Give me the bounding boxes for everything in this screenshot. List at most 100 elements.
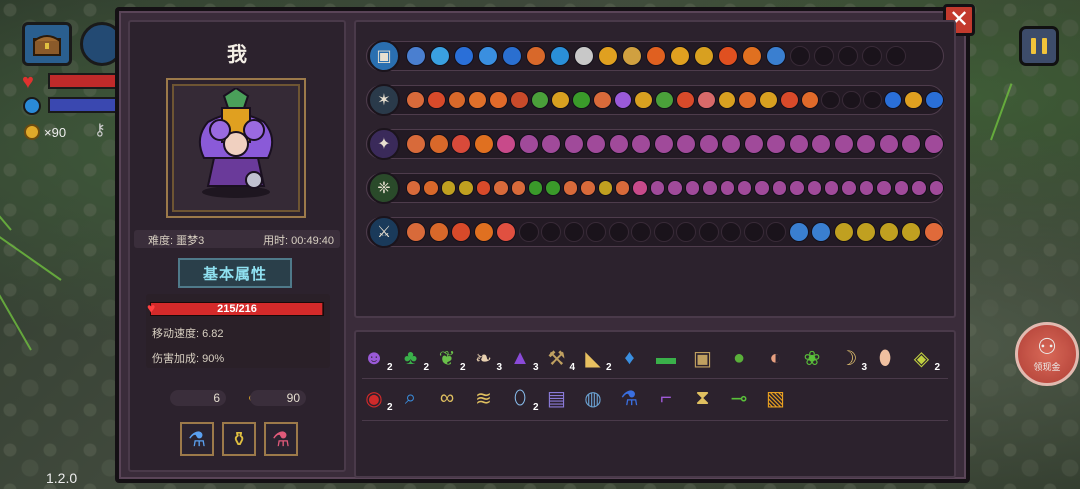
scroll-icon[interactable]: ▤ <box>543 384 571 412</box>
rune-slot-icon[interactable] <box>754 180 770 196</box>
rune-slot-icon[interactable] <box>676 90 695 110</box>
empty-slot[interactable] <box>608 222 629 242</box>
pause-button[interactable] <box>1019 26 1059 66</box>
rune-slot-icon[interactable] <box>736 180 753 196</box>
empty-slot[interactable] <box>838 46 858 66</box>
rune-slot-icon[interactable] <box>572 90 591 110</box>
empty-slot[interactable] <box>698 222 719 242</box>
rune-slot-icon[interactable] <box>406 46 426 66</box>
magnifier-icon[interactable]: ⌕ <box>397 384 425 412</box>
empty-slot[interactable] <box>586 222 606 242</box>
rune-slot-icon[interactable] <box>856 134 876 154</box>
empty-slot[interactable] <box>842 90 861 110</box>
rune-slot-icon[interactable] <box>550 46 570 66</box>
rune-slot-icon[interactable] <box>489 90 508 110</box>
mirror-icon[interactable]: ⬯ <box>506 384 534 412</box>
crescent-icon[interactable]: ☽ <box>835 344 863 372</box>
rune-slot-icon[interactable] <box>541 134 561 154</box>
lantern-icon[interactable]: ♦ <box>616 344 644 372</box>
rune-slot-icon[interactable] <box>925 90 944 110</box>
rune-slot-icon[interactable] <box>574 46 594 66</box>
meat-icon[interactable]: ◐ <box>762 344 790 372</box>
rune-slot-icon[interactable] <box>562 180 579 196</box>
witch-hat-icon[interactable]: ▲ <box>506 344 534 372</box>
rune-slot-icon[interactable] <box>670 46 690 66</box>
rune-slot-icon[interactable] <box>841 180 857 196</box>
egg-icon[interactable]: ⬮ <box>871 344 899 372</box>
rune-slot-icon[interactable] <box>771 180 788 196</box>
rune-slot-icon[interactable] <box>428 222 449 242</box>
rune-slot-icon[interactable] <box>742 46 762 66</box>
rune-slot-icon[interactable] <box>496 134 516 154</box>
rune-slot-icon[interactable] <box>856 222 876 242</box>
rune-slot-icon[interactable] <box>789 180 805 196</box>
rune-slot-icon[interactable] <box>698 134 719 154</box>
rune-slot-icon[interactable] <box>901 222 921 242</box>
rune-slot-icon[interactable] <box>458 180 474 196</box>
red-potion-slot-icon[interactable]: ⚗ <box>264 422 298 456</box>
treasure-chest-icon[interactable]: ▣ <box>368 40 400 72</box>
rune-slot-icon[interactable] <box>597 180 614 196</box>
wand-icon[interactable]: ✦ <box>368 128 400 160</box>
rune-slot-icon[interactable] <box>527 180 544 196</box>
rune-slot-icon[interactable] <box>811 222 831 242</box>
rune-slot-icon[interactable] <box>440 180 457 196</box>
rune-slot-icon[interactable] <box>632 180 648 196</box>
rune-slot-icon[interactable] <box>923 134 944 154</box>
rune-slot-icon[interactable] <box>653 134 674 154</box>
sword-icon[interactable]: ⚔ <box>368 216 400 248</box>
rune-slot-icon[interactable] <box>493 180 509 196</box>
empty-slot[interactable] <box>814 46 834 66</box>
rune-slot-icon[interactable] <box>586 134 606 154</box>
rune-slot-icon[interactable] <box>694 46 714 66</box>
clover-icon[interactable]: ♣ <box>397 344 425 372</box>
rune-slot-icon[interactable] <box>759 90 778 110</box>
rune-slot-icon[interactable] <box>824 180 840 196</box>
empty-slot[interactable] <box>862 90 882 110</box>
rune-slot-icon[interactable] <box>423 180 439 196</box>
yellow-potion-slot-icon[interactable]: ⚱ <box>222 422 256 456</box>
belt-icon[interactable]: ▬ <box>652 344 680 372</box>
horn-icon[interactable]: ◣ <box>579 344 607 372</box>
rune-slot-icon[interactable] <box>833 134 854 154</box>
rune-slot-icon[interactable] <box>598 46 618 66</box>
staff-icon[interactable]: ✶ <box>368 84 400 116</box>
rune-slot-icon[interactable] <box>526 46 546 66</box>
red-eye-icon[interactable]: ◉ <box>360 384 388 412</box>
rune-slot-icon[interactable] <box>718 46 738 66</box>
rune-slot-icon[interactable] <box>684 180 701 196</box>
rune-slot-icon[interactable] <box>545 180 561 196</box>
rune-slot-icon[interactable] <box>518 134 539 154</box>
cash-reward-button[interactable]: ⚇ 领现金 <box>1015 322 1079 386</box>
green-orb-icon[interactable]: ● <box>725 344 753 372</box>
syringe-icon[interactable]: ⊸ <box>725 384 753 412</box>
book-icon[interactable]: ▣ <box>689 344 717 372</box>
globe-icon[interactable]: ◍ <box>579 384 607 412</box>
blue-potion-icon[interactable]: ⚗ <box>616 384 644 412</box>
rune-slot-icon[interactable] <box>475 180 492 196</box>
rune-slot-icon[interactable] <box>766 46 786 66</box>
rune-slot-icon[interactable] <box>696 90 716 110</box>
rune-slot-icon[interactable] <box>615 180 631 196</box>
empty-slot[interactable] <box>886 46 906 66</box>
empty-slot[interactable] <box>766 222 786 242</box>
empty-slot[interactable] <box>862 46 882 66</box>
rune-slot-icon[interactable] <box>622 46 642 66</box>
rune-slot-icon[interactable] <box>406 90 425 110</box>
leaves-icon[interactable]: ❦ <box>433 344 461 372</box>
sprout-icon[interactable]: ❀ <box>798 344 826 372</box>
witch-portrait-icon[interactable]: ☻ <box>360 344 388 372</box>
rune-slot-icon[interactable] <box>406 180 422 196</box>
rune-slot-icon[interactable] <box>911 180 927 196</box>
empty-slot[interactable] <box>653 222 674 242</box>
rune-slot-icon[interactable] <box>833 222 854 242</box>
rune-slot-icon[interactable] <box>876 180 892 196</box>
rune-slot-icon[interactable] <box>743 134 764 154</box>
rune-slot-icon[interactable] <box>478 46 498 66</box>
empty-slot[interactable] <box>631 222 651 242</box>
rune-slot-icon[interactable] <box>779 90 799 110</box>
rune-slot-icon[interactable] <box>454 46 474 66</box>
gem-box-icon[interactable]: ◈ <box>908 344 936 372</box>
rune-slot-icon[interactable] <box>702 180 718 196</box>
ticket-icon[interactable]: ▧ <box>762 384 790 412</box>
